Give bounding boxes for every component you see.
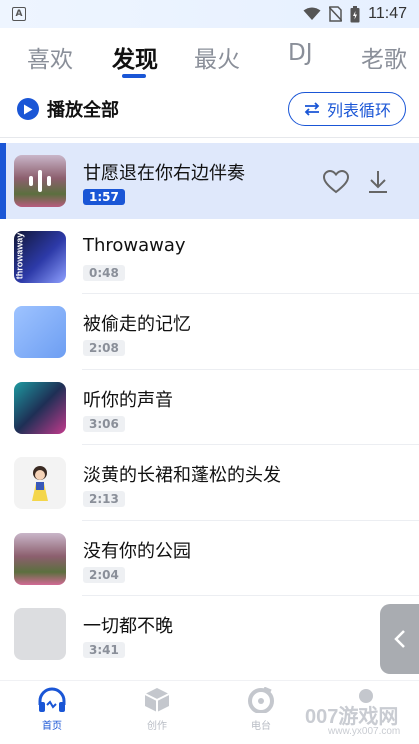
song-cover	[14, 155, 66, 207]
loop-mode-button[interactable]: 列表循环	[288, 92, 406, 126]
heart-icon[interactable]	[322, 169, 350, 195]
song-title: 被偷走的记忆	[83, 314, 191, 335]
no-sim-icon	[329, 6, 343, 22]
nav-home[interactable]: 首页	[22, 687, 82, 732]
play-all-label: 播放全部	[47, 100, 119, 121]
song-cover	[14, 457, 66, 509]
radio-disc-icon	[248, 687, 274, 713]
repeat-icon	[304, 102, 320, 116]
watermark-text: 007游戏网	[305, 706, 399, 728]
header-divider	[0, 137, 419, 138]
app-notification-icon: A	[12, 7, 26, 21]
download-icon[interactable]	[366, 169, 390, 195]
song-title: Throwaway	[83, 234, 186, 256]
song-duration: 1:57	[83, 189, 125, 205]
cover-text: throwaway	[14, 232, 25, 279]
tab-oldies[interactable]: 老歌	[361, 40, 407, 74]
song-title: 淡黄的长裙和蓬松的头发	[83, 465, 281, 486]
song-row[interactable]: 一切都不晚 3:41	[0, 596, 419, 672]
nav-label: 电台	[251, 721, 271, 732]
song-cover	[14, 306, 66, 358]
song-title: 甘愿退在你右边伴奏	[83, 163, 245, 184]
play-icon	[17, 98, 39, 120]
song-row[interactable]: 淡黄的长裙和蓬松的头发 2:13	[0, 445, 419, 521]
song-row[interactable]: 没有你的公园 2:04	[0, 521, 419, 596]
tab-dj[interactable]: DJ	[288, 40, 313, 66]
sound-wave-icon	[29, 170, 51, 192]
status-bar: A 11:47	[0, 0, 419, 28]
song-title: 一切都不晚	[83, 616, 173, 637]
song-cover	[14, 608, 66, 660]
tab-like[interactable]: 喜欢	[27, 40, 73, 74]
active-tab-indicator	[122, 74, 146, 78]
play-all-button[interactable]: 播放全部	[17, 96, 119, 122]
song-cover	[14, 381, 66, 434]
song-cover	[14, 532, 66, 585]
song-row[interactable]: throwaway Throwaway 0:48	[0, 219, 419, 294]
song-duration: 2:04	[83, 566, 125, 583]
nav-create[interactable]: 创作	[127, 687, 187, 732]
song-row[interactable]: 被偷走的记忆 2:08	[0, 294, 419, 370]
song-duration: 3:41	[83, 642, 125, 658]
nav-radio[interactable]: 电台	[231, 687, 291, 732]
song-duration: 2:08	[83, 340, 125, 356]
cartoon-figure-icon	[32, 466, 48, 501]
song-duration: 2:13	[83, 491, 125, 507]
loop-mode-label: 列表循环	[326, 101, 391, 120]
song-duration: 3:06	[83, 415, 125, 432]
song-row[interactable]: 听你的声音 3:06	[0, 370, 419, 445]
nav-label: 首页	[42, 721, 62, 732]
chevron-left-icon	[393, 630, 405, 648]
song-list: 甘愿退在你右边伴奏 1:57 throwaway Throwaway 0:48 …	[0, 143, 419, 672]
song-title: 没有你的公园	[83, 540, 191, 562]
song-title: 听你的声音	[83, 389, 173, 411]
cube-icon	[144, 688, 170, 712]
nav-label: 创作	[147, 721, 167, 732]
status-time: 11:47	[368, 5, 407, 22]
song-cover: throwaway	[14, 230, 66, 283]
song-row[interactable]: 甘愿退在你右边伴奏 1:57	[0, 143, 419, 219]
song-duration: 0:48	[83, 264, 125, 281]
wifi-icon	[303, 7, 321, 20]
category-tabs: 喜欢 发现 最火 DJ 老歌	[0, 36, 419, 80]
watermark-url: www.yx007.com	[328, 726, 401, 737]
tab-hottest[interactable]: 最火	[194, 40, 240, 74]
playlist-controls: 播放全部 列表循环	[0, 92, 419, 128]
tab-discover[interactable]: 发现	[112, 40, 158, 74]
headphones-icon	[38, 687, 66, 712]
battery-icon	[350, 5, 360, 22]
side-panel-handle[interactable]	[380, 604, 419, 674]
